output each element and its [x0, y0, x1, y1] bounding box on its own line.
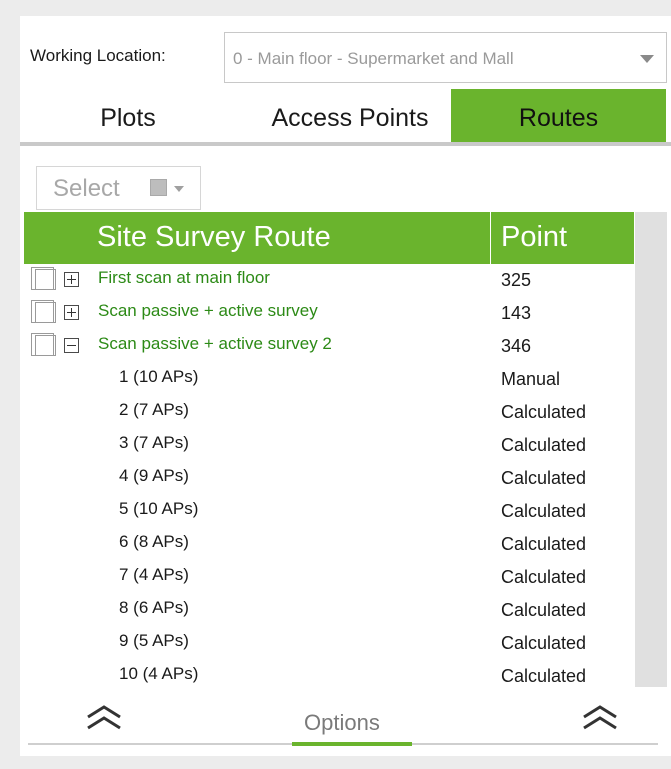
sub-route-name: 1 (10 APs) — [119, 367, 199, 386]
working-location-label: Working Location: — [30, 46, 166, 65]
sub-route-point: Calculated — [501, 468, 587, 488]
sub-route-name: 3 (7 APs) — [119, 433, 189, 452]
sub-route-point: Calculated — [501, 600, 587, 620]
options-footer: Options — [28, 699, 658, 749]
column-header-route[interactable]: Site Survey Route — [97, 212, 331, 264]
sub-route-name: 6 (8 APs) — [119, 532, 189, 551]
sub-route-point: Manual — [501, 369, 561, 389]
list-item[interactable]: 9 (5 APs) Calculated — [24, 631, 634, 664]
row-checkbox[interactable] — [31, 267, 56, 290]
sub-route-point: Calculated — [501, 567, 587, 587]
list-item[interactable]: 4 (9 APs) Calculated — [24, 466, 634, 499]
route-point: 325 — [501, 270, 532, 290]
sub-route-name: 10 (4 APs) — [119, 664, 199, 683]
sub-route-point: Calculated — [501, 534, 587, 554]
list-item[interactable]: 1 (10 APs) Manual — [24, 367, 634, 400]
sub-route-point: Calculated — [501, 435, 587, 455]
tab-bar: Plots Access Points Routes — [20, 89, 671, 146]
sub-route-name: 4 (9 APs) — [119, 466, 189, 485]
options-accent-bar — [292, 742, 412, 746]
expand-plus-icon[interactable] — [64, 305, 79, 320]
list-item[interactable]: 3 (7 APs) Calculated — [24, 433, 634, 466]
row-checkbox[interactable] — [31, 300, 56, 323]
route-name: First scan at main floor — [98, 268, 270, 287]
tab-plots[interactable]: Plots — [58, 89, 198, 142]
list-item[interactable]: 6 (8 APs) Calculated — [24, 532, 634, 565]
list-item[interactable]: 2 (7 APs) Calculated — [24, 400, 634, 433]
tab-access-points[interactable]: Access Points — [235, 89, 465, 142]
table-row[interactable]: Scan passive + active survey 2 346 — [24, 333, 634, 367]
sub-route-name: 7 (4 APs) — [119, 565, 189, 584]
list-item[interactable]: 7 (4 APs) Calculated — [24, 565, 634, 598]
sub-route-point: Calculated — [501, 402, 587, 422]
sub-route-point: Calculated — [501, 666, 587, 686]
sub-route-name: 2 (7 APs) — [119, 400, 189, 419]
sub-route-name: 9 (5 APs) — [119, 631, 189, 650]
table-row[interactable]: Scan passive + active survey 143 — [24, 300, 634, 334]
row-checkbox[interactable] — [31, 333, 56, 356]
table-header: Site Survey Route Point — [24, 212, 634, 264]
sub-route-point: Calculated — [501, 633, 587, 653]
vertical-scrollbar[interactable] — [635, 212, 667, 687]
double-chevron-up-icon[interactable] — [86, 703, 122, 733]
route-point: 346 — [501, 336, 532, 356]
select-chevron-down-icon — [174, 186, 184, 192]
working-location-select[interactable]: 0 - Main floor - Supermarket and Mall — [224, 32, 667, 83]
working-location-value: 0 - Main floor - Supermarket and Mall — [233, 49, 514, 68]
double-chevron-up-icon[interactable] — [582, 703, 618, 733]
column-header-point[interactable]: Point — [501, 212, 567, 264]
sub-route-name: 8 (6 APs) — [119, 598, 189, 617]
route-table: Site Survey Route Point First scan at ma… — [24, 212, 667, 687]
select-checkbox-icon — [150, 179, 167, 196]
route-point: 143 — [501, 303, 532, 323]
tab-routes[interactable]: Routes — [451, 89, 666, 142]
table-row[interactable]: First scan at main floor 325 — [24, 267, 634, 301]
select-label: Select — [53, 175, 120, 202]
list-item[interactable]: 5 (10 APs) Calculated — [24, 499, 634, 532]
sub-route-name: 5 (10 APs) — [119, 499, 199, 518]
route-name: Scan passive + active survey 2 — [98, 334, 332, 353]
list-item[interactable]: 8 (6 APs) Calculated — [24, 598, 634, 631]
options-button[interactable]: Options — [304, 710, 380, 736]
list-item[interactable]: 10 (4 APs) Calculated — [24, 664, 634, 697]
route-name: Scan passive + active survey — [98, 301, 318, 320]
column-divider — [490, 212, 491, 264]
collapse-minus-icon[interactable] — [64, 338, 79, 353]
expand-plus-icon[interactable] — [64, 272, 79, 287]
routes-panel: Working Location: 0 - Main floor - Super… — [20, 16, 671, 756]
select-dropdown[interactable]: Select — [36, 166, 201, 210]
dropdown-arrow-icon[interactable] — [640, 55, 654, 63]
sub-route-point: Calculated — [501, 501, 587, 521]
